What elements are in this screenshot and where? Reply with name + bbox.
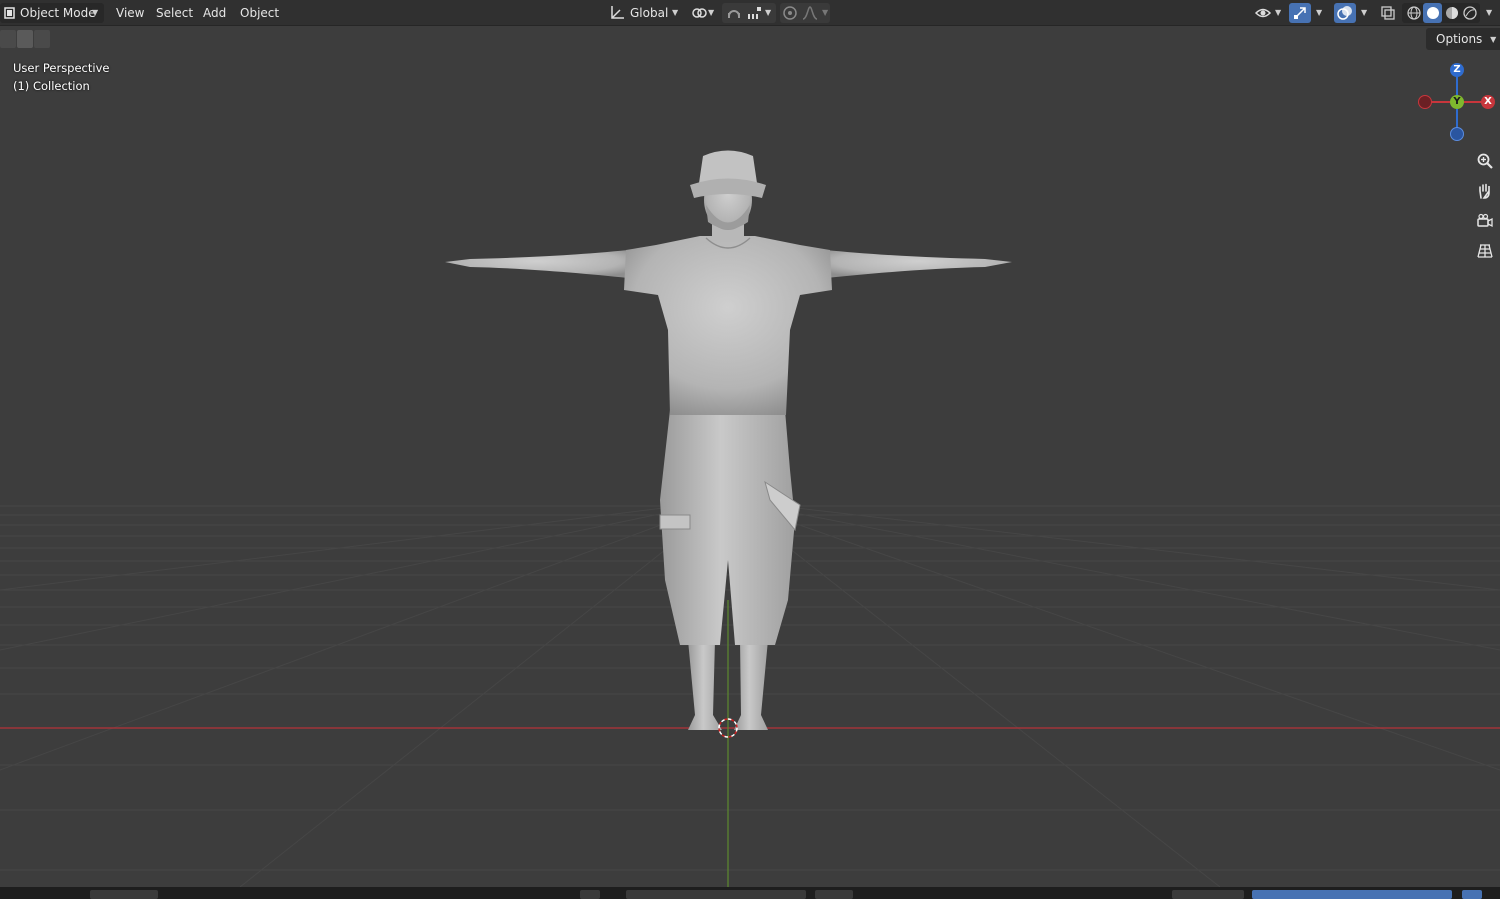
collection-label: (1) Collection: [13, 79, 90, 93]
object-mode-icon: [2, 4, 20, 22]
frame-range-field[interactable]: [1252, 890, 1452, 899]
orientation-dropdown[interactable]: Global: [630, 0, 668, 26]
camera-icon[interactable]: [1471, 208, 1499, 234]
proportional-edit-icon[interactable]: [781, 4, 799, 22]
chevron-down-icon: ▼: [672, 8, 679, 17]
gizmo-arrows-icon: [1291, 4, 1309, 22]
menu-select[interactable]: Select: [156, 0, 193, 26]
menu-object[interactable]: Object: [240, 0, 279, 26]
gizmo-neg-z-axis[interactable]: [1450, 127, 1464, 141]
chevron-down-icon: ▼: [765, 8, 772, 17]
visibility-eye-icon[interactable]: [1254, 4, 1272, 22]
chevron-down-icon: ▼: [1486, 8, 1493, 17]
timeline-control[interactable]: [1462, 890, 1482, 899]
chevron-down-icon: ▼: [1361, 8, 1368, 17]
snap-increment-icon[interactable]: [745, 4, 763, 22]
gizmo-neg-x-axis[interactable]: [1418, 95, 1432, 109]
viewport-header: Object Mode ▼ View Select Add Object Glo…: [0, 0, 1500, 26]
pan-hand-icon[interactable]: [1471, 178, 1499, 204]
gizmo-y-axis[interactable]: Y: [1450, 95, 1464, 109]
chevron-down-icon: ▼: [1316, 8, 1323, 17]
chevron-down-icon: ▼: [1275, 8, 1282, 17]
grid-ortho-icon[interactable]: [1471, 238, 1499, 264]
view-name-label: User Perspective: [13, 61, 110, 75]
material-preview-icon[interactable]: [1443, 4, 1461, 22]
xray-toggle-icon[interactable]: [1379, 4, 1397, 22]
gizmo-x-axis[interactable]: X: [1481, 95, 1495, 109]
wireframe-shading-icon[interactable]: [1405, 4, 1423, 22]
magnet-icon[interactable]: [725, 4, 743, 22]
menu-add[interactable]: Add: [203, 0, 226, 26]
falloff-curve-icon[interactable]: [801, 4, 819, 22]
orientation-icon: [608, 4, 626, 22]
overlays-icon: [1336, 4, 1354, 22]
frame-start-field[interactable]: [1172, 890, 1244, 899]
chevron-down-icon: ▼: [708, 8, 715, 17]
gizmo-z-axis[interactable]: Z: [1450, 63, 1464, 77]
options-dropdown[interactable]: Options ▼: [1426, 28, 1500, 50]
playback-controls[interactable]: [626, 890, 806, 899]
chevron-down-icon: ▼: [92, 8, 99, 17]
object-mode-dropdown[interactable]: Object Mode ▼: [0, 3, 104, 23]
select-extend-button[interactable]: [17, 30, 33, 48]
solid-shading-icon: [1424, 4, 1442, 22]
chevron-down-icon: ▼: [822, 8, 829, 17]
select-subtract-button[interactable]: [34, 30, 50, 48]
timeline-control[interactable]: [815, 890, 853, 899]
3d-viewport[interactable]: [0, 26, 1500, 887]
pivot-point-icon[interactable]: [690, 4, 708, 22]
chevron-down-icon: ▼: [1490, 35, 1497, 44]
timeline-edge: [0, 887, 1500, 899]
mode-label: Object Mode: [20, 6, 96, 20]
timeline-control[interactable]: [580, 890, 600, 899]
select-new-button[interactable]: [0, 30, 16, 48]
timeline-dropdown[interactable]: [90, 890, 158, 899]
zoom-icon[interactable]: [1471, 148, 1499, 174]
rendered-shading-icon[interactable]: [1461, 4, 1479, 22]
options-label: Options: [1436, 32, 1483, 46]
menu-view[interactable]: View: [116, 0, 144, 26]
